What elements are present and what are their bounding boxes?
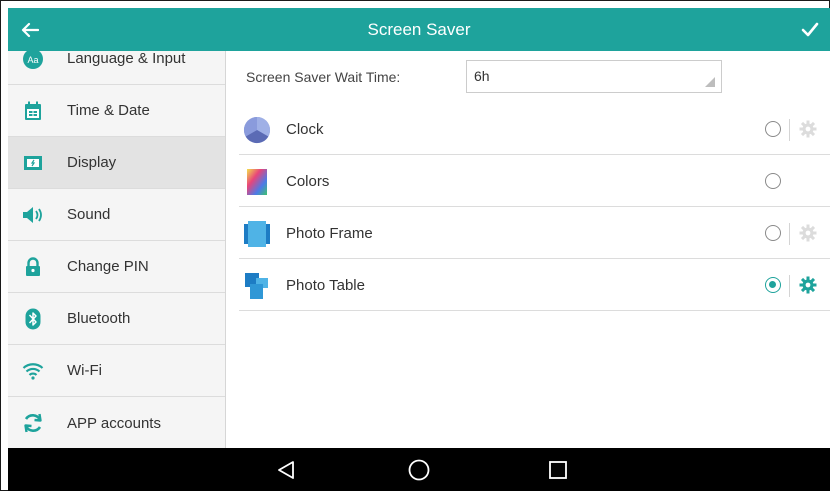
wait-time-value: 6h xyxy=(474,68,490,84)
bluetooth-icon xyxy=(21,307,45,331)
screen-saver-panel: Screen Saver Wait Time: 6h Clock Colors … xyxy=(226,51,830,448)
sidebar-item-display[interactable]: Display xyxy=(8,137,225,189)
sidebar-item-language-input[interactable]: Aa Language & Input xyxy=(8,51,225,85)
sidebar-item-label: Display xyxy=(67,154,117,171)
nav-recents-button[interactable] xyxy=(536,448,580,491)
confirm-button[interactable] xyxy=(790,8,830,51)
sidebar-item-label: APP accounts xyxy=(67,414,161,432)
nav-recents-square-icon xyxy=(549,460,567,479)
speaker-icon xyxy=(21,203,45,227)
settings-sidebar: Aa Language & Input Time & Date Display … xyxy=(8,51,226,448)
sidebar-item-label: Language & Input xyxy=(67,51,186,67)
gear-icon[interactable] xyxy=(799,224,817,242)
screensaver-radio[interactable] xyxy=(765,173,781,189)
screensaver-radio-selected[interactable] xyxy=(765,277,781,293)
sync-icon xyxy=(21,411,45,435)
lock-icon xyxy=(21,255,45,279)
photo-table-icon xyxy=(245,273,268,299)
divider xyxy=(789,275,790,297)
nav-back-triangle-icon xyxy=(278,460,294,479)
system-nav-bar xyxy=(8,448,830,491)
sidebar-item-label: Change PIN xyxy=(67,258,149,275)
photo-frame-icon xyxy=(244,221,270,247)
screensaver-item-clock[interactable]: Clock xyxy=(239,103,830,155)
colors-gradient-icon xyxy=(247,169,267,195)
sidebar-item-label: Wi-Fi xyxy=(67,362,102,379)
screensaver-label: Photo Frame xyxy=(286,225,373,242)
sidebar-item-wifi[interactable]: Wi-Fi xyxy=(8,345,225,397)
calendar-icon xyxy=(21,99,45,123)
nav-home-button[interactable] xyxy=(397,448,441,491)
sidebar-item-label: Sound xyxy=(67,206,111,223)
title-bar: Screen Saver xyxy=(8,8,830,51)
screensaver-radio[interactable] xyxy=(765,225,781,241)
sidebar-item-app-accounts[interactable]: APP accounts xyxy=(8,397,225,448)
screensaver-radio[interactable] xyxy=(765,121,781,137)
sidebar-item-time-date[interactable]: Time & Date xyxy=(8,85,225,137)
clock-cube-icon xyxy=(243,116,271,144)
wait-time-row: Screen Saver Wait Time: 6h xyxy=(226,51,830,101)
page-title: Screen Saver xyxy=(367,20,471,39)
display-icon xyxy=(21,151,45,175)
divider xyxy=(789,223,790,245)
screensaver-label: Colors xyxy=(286,173,330,190)
nav-back-button[interactable] xyxy=(264,448,308,491)
divider xyxy=(789,119,790,141)
wait-time-label: Screen Saver Wait Time: xyxy=(246,69,401,85)
screensaver-item-colors[interactable]: Colors xyxy=(239,155,830,207)
sidebar-item-change-pin[interactable]: Change PIN xyxy=(8,241,225,293)
sidebar-item-bluetooth[interactable]: Bluetooth xyxy=(8,293,225,345)
checkmark-icon xyxy=(801,22,819,36)
svg-text:Aa: Aa xyxy=(27,55,38,65)
sidebar-item-sound[interactable]: Sound xyxy=(8,189,225,241)
screensaver-item-photo-frame[interactable]: Photo Frame xyxy=(239,207,830,259)
screensaver-label: Photo Table xyxy=(286,277,365,294)
sidebar-item-label: Time & Date xyxy=(67,102,150,119)
screensaver-label: Clock xyxy=(286,121,324,138)
language-icon: Aa xyxy=(21,51,45,71)
screensaver-item-photo-table[interactable]: Photo Table xyxy=(239,259,830,311)
sidebar-item-label: Bluetooth xyxy=(67,310,131,327)
dropdown-corner-icon xyxy=(705,77,715,87)
gear-icon[interactable] xyxy=(799,276,817,294)
nav-home-circle-icon xyxy=(408,459,430,480)
gear-icon[interactable] xyxy=(799,120,817,138)
wifi-icon xyxy=(21,359,45,383)
wait-time-dropdown[interactable]: 6h xyxy=(466,60,722,93)
